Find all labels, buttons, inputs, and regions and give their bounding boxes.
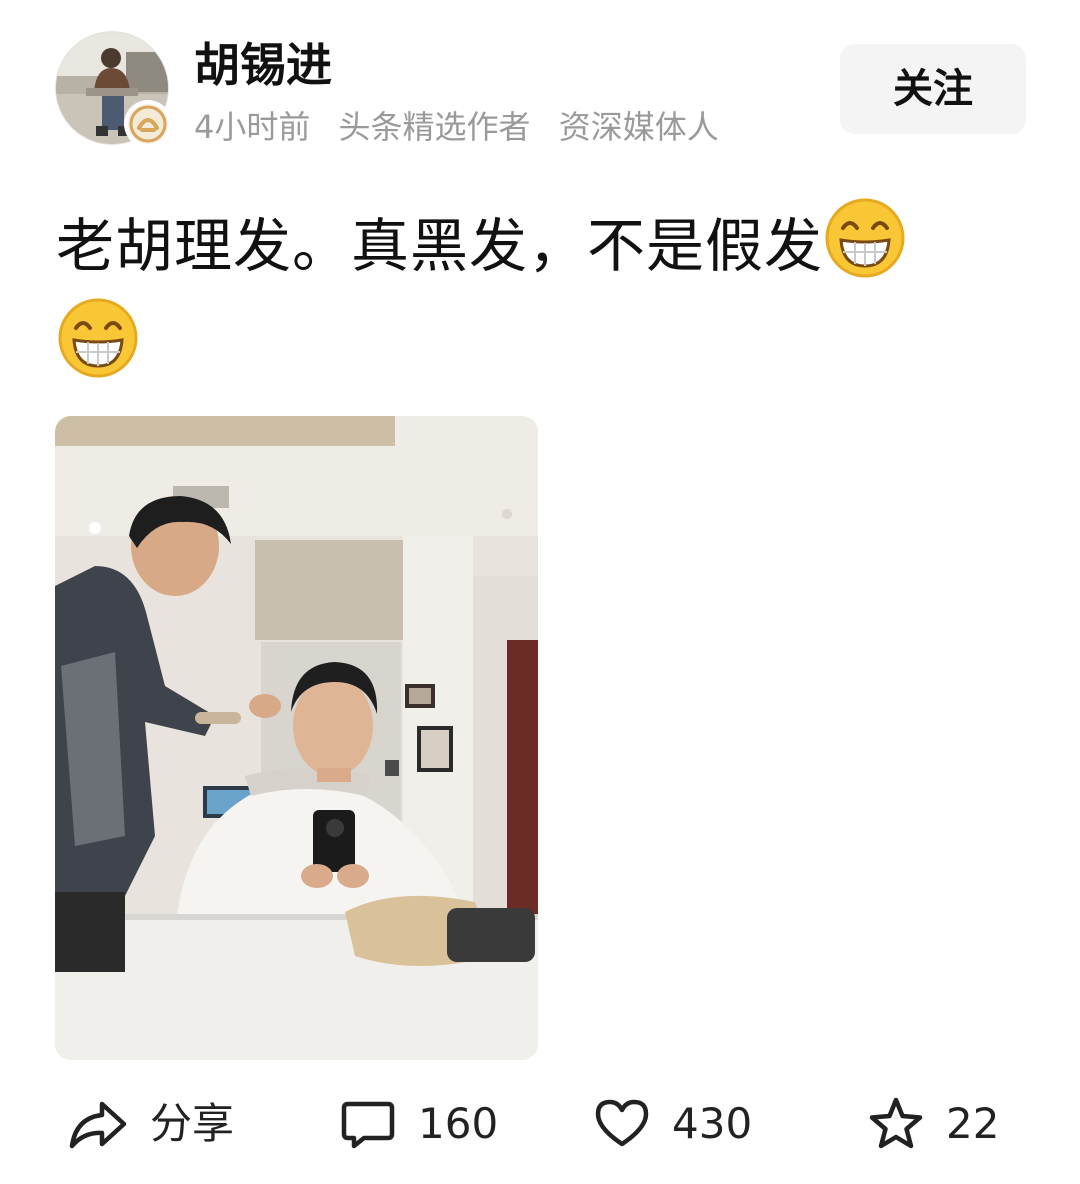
post-content: 老胡理发。真黑发，不是假发 (56, 196, 1016, 396)
like-button[interactable]: 430 (594, 1086, 752, 1162)
follow-button[interactable]: 关注 (840, 44, 1026, 134)
author-name[interactable]: 胡锡进 (194, 36, 332, 94)
comment-icon (340, 1096, 396, 1152)
author-badge-featured: 头条精选作者 (338, 108, 531, 146)
comment-button[interactable]: 160 (340, 1086, 498, 1162)
heart-icon (594, 1096, 650, 1152)
post-time: 4小时前 (194, 108, 311, 146)
grinning-face-emoji-icon (56, 296, 140, 380)
favorite-count: 22 (946, 1099, 1000, 1148)
grinning-face-emoji-icon (823, 196, 907, 280)
post-header: 胡锡进 4小时前 头条精选作者 资深媒体人 关注 (56, 32, 1026, 148)
post-image[interactable] (55, 416, 538, 1060)
share-label: 分享 (150, 1099, 235, 1148)
share-button[interactable]: 分享 (68, 1086, 234, 1162)
barbershop-selfie-photo (55, 416, 538, 1060)
like-count: 430 (672, 1099, 753, 1148)
favorite-button[interactable]: 22 (868, 1086, 999, 1162)
star-icon (868, 1096, 924, 1152)
post-text: 老胡理发。真黑发，不是假发 (56, 212, 824, 280)
author-badge-senior-media: 资深媒体人 (558, 108, 719, 146)
comment-count: 160 (418, 1099, 499, 1148)
post-meta: 4小时前 头条精选作者 资深媒体人 (194, 106, 737, 148)
share-icon (68, 1096, 128, 1152)
action-bar: 分享 160 430 22 (0, 1086, 1080, 1162)
verified-badge-icon (128, 104, 168, 144)
